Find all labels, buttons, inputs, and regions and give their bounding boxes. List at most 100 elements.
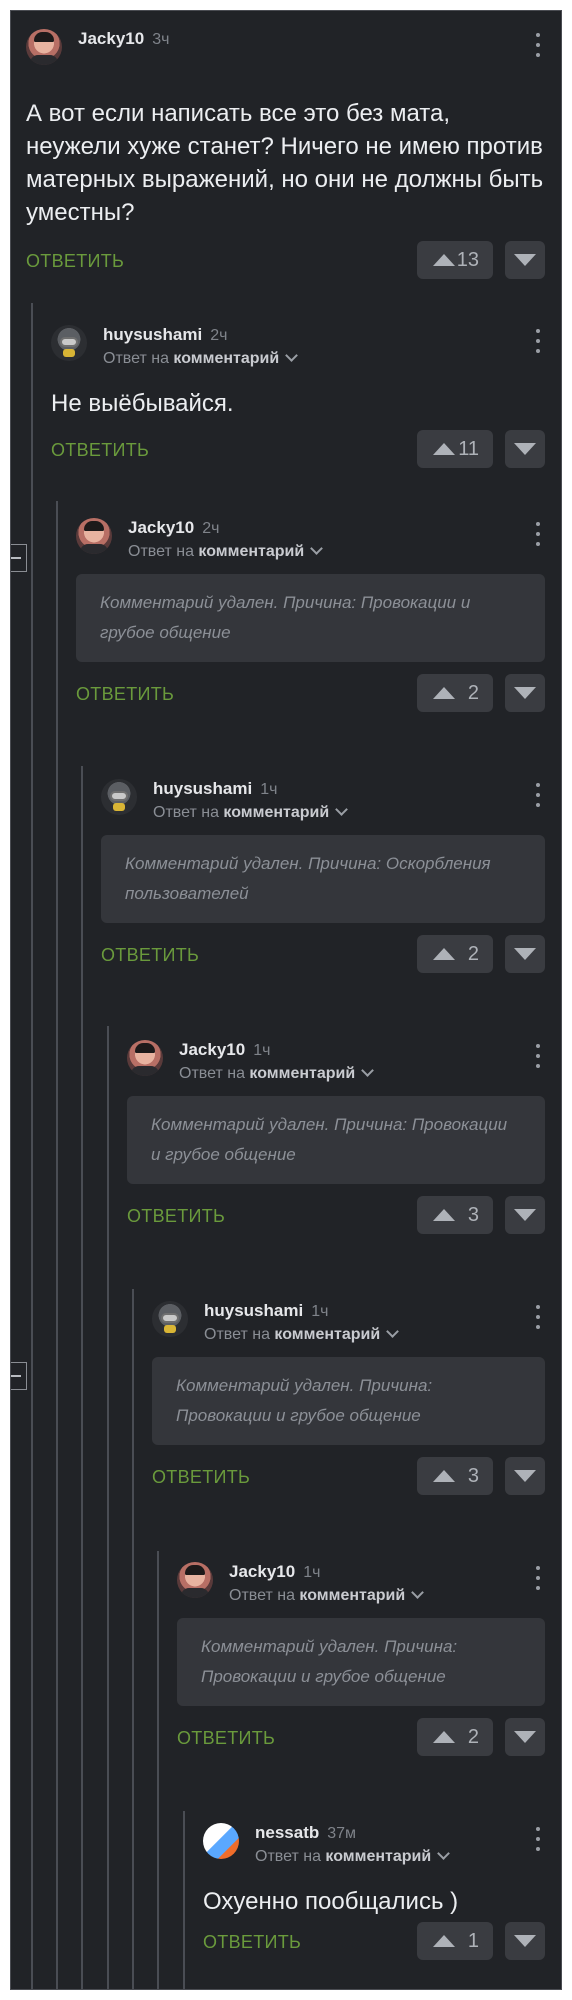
upvote-button[interactable]: 3 [417, 1457, 493, 1495]
reply-to-link[interactable]: Ответ на комментарий [229, 1586, 425, 1605]
timestamp: 1ч [311, 1303, 329, 1320]
triangle-down-icon [514, 687, 536, 699]
username[interactable]: huysushami 2ч [103, 325, 227, 345]
vote-count: 3 [467, 1465, 479, 1487]
reply-button[interactable]: ОТВЕТИТЬ [127, 1206, 225, 1227]
vote-count: 2 [467, 1726, 479, 1748]
reply-button[interactable]: ОТВЕТИТЬ [26, 251, 124, 272]
thread-line [81, 766, 83, 1989]
upvote-button[interactable]: 3 [417, 1196, 493, 1234]
comment: huysushami 2ч Ответ на комментарий Не выё… [51, 321, 545, 470]
username[interactable]: nessatb 37м [255, 1823, 356, 1843]
comment: huysushami 1ч Ответ на комментарий Коммен… [152, 1297, 545, 1497]
reply-to-link[interactable]: Ответ на комментарий [128, 542, 324, 561]
upvote-button[interactable]: 1 [417, 1922, 493, 1960]
comment-header: nessatb 37м Ответ на комментарий [203, 1819, 545, 1866]
timestamp: 2ч [210, 327, 228, 344]
upvote-button[interactable]: 2 [417, 1718, 493, 1756]
more-vertical-icon[interactable] [535, 522, 541, 550]
timestamp: 3ч [152, 31, 170, 48]
comment-header: huysushami 1ч Ответ на комментарий [101, 775, 545, 822]
more-vertical-icon[interactable] [535, 1566, 541, 1594]
avatar[interactable] [127, 1040, 163, 1076]
comment-actions: ОТВЕТИТЬ 1 [203, 1922, 545, 1962]
downvote-button[interactable] [505, 430, 545, 468]
username[interactable]: huysushami 1ч [153, 779, 277, 799]
comment-actions: ОТВЕТИТЬ 3 [127, 1196, 545, 1236]
upvote-button[interactable]: 13 [417, 241, 493, 279]
deleted-comment-notice: Комментарий удален. Причина: Провокации … [152, 1357, 545, 1445]
thread-line [157, 1551, 159, 1989]
comment: huysushami 1ч Ответ на комментарий Коммен… [101, 775, 545, 975]
avatar[interactable] [101, 779, 137, 815]
comment-actions: ОТВЕТИТЬ 3 [152, 1457, 545, 1497]
comment-actions: ОТВЕТИТЬ 13 [26, 241, 545, 281]
comment: Jacky10 2ч Ответ на комментарий Комментар… [76, 514, 545, 714]
collapse-thread-button[interactable] [11, 1362, 27, 1390]
comment-actions: ОТВЕТИТЬ 11 [51, 430, 545, 470]
triangle-down-icon [514, 254, 536, 266]
thread-line [56, 501, 58, 1989]
chevron-down-icon [285, 349, 299, 362]
more-vertical-icon[interactable] [535, 329, 541, 357]
avatar[interactable] [76, 518, 112, 554]
avatar[interactable] [51, 325, 87, 361]
comment-header: Jacky10 1ч Ответ на комментарий [127, 1036, 545, 1083]
avatar[interactable] [152, 1301, 188, 1337]
triangle-down-icon [514, 1209, 536, 1221]
reply-button[interactable]: ОТВЕТИТЬ [177, 1728, 275, 1749]
avatar[interactable] [177, 1562, 213, 1598]
upvote-button[interactable]: 2 [417, 674, 493, 712]
reply-to-link[interactable]: Ответ на комментарий [255, 1847, 451, 1866]
avatar[interactable] [203, 1823, 239, 1859]
comment-actions: ОТВЕТИТЬ 2 [101, 935, 545, 975]
reply-to-link[interactable]: Ответ на комментарий [179, 1064, 375, 1083]
upvote-button[interactable]: 11 [417, 430, 493, 468]
more-vertical-icon[interactable] [535, 1044, 541, 1072]
username[interactable]: Jacky10 2ч [128, 518, 219, 538]
avatar[interactable] [26, 29, 62, 65]
triangle-up-icon [433, 1470, 455, 1482]
downvote-button[interactable] [505, 241, 545, 279]
more-vertical-icon[interactable] [535, 1305, 541, 1333]
reply-to-link[interactable]: Ответ на комментарий [153, 803, 349, 822]
triangle-up-icon [433, 254, 455, 266]
username[interactable]: Jacky10 1ч [179, 1040, 270, 1060]
triangle-down-icon [514, 1470, 536, 1482]
downvote-button[interactable] [505, 1196, 545, 1234]
more-vertical-icon[interactable] [535, 1827, 541, 1855]
reply-button[interactable]: ОТВЕТИТЬ [76, 684, 174, 705]
more-vertical-icon[interactable] [535, 33, 541, 61]
username[interactable]: Jacky10 1ч [229, 1562, 320, 1582]
comment-text: Охуенно пообщались ) [203, 1888, 459, 1915]
reply-to-link[interactable]: Ответ на комментарий [204, 1325, 400, 1344]
downvote-button[interactable] [505, 674, 545, 712]
username[interactable]: Jacky10 3ч [78, 29, 169, 49]
more-vertical-icon[interactable] [535, 783, 541, 811]
downvote-button[interactable] [505, 1457, 545, 1495]
comment: nessatb 37м Ответ на комментарий Охуенно … [203, 1819, 545, 1962]
downvote-button[interactable] [505, 1922, 545, 1960]
chevron-down-icon [335, 803, 349, 816]
reply-button[interactable]: ОТВЕТИТЬ [101, 945, 199, 966]
thread-line [132, 1289, 134, 1989]
comment-header: huysushami 2ч Ответ на комментарий [51, 321, 545, 368]
timestamp: 1ч [303, 1564, 321, 1581]
comment-header: Jacky10 2ч Ответ на комментарий [76, 514, 545, 561]
timestamp: 37м [327, 1825, 357, 1842]
reply-to-link[interactable]: Ответ на комментарий [103, 349, 299, 368]
comment-text: Не выёбывайся. [51, 390, 234, 417]
reply-button[interactable]: ОТВЕТИТЬ [152, 1467, 250, 1488]
chevron-down-icon [310, 542, 324, 555]
comment: Jacky10 1ч Ответ на комментарий Комментар… [127, 1036, 545, 1236]
downvote-button[interactable] [505, 935, 545, 973]
downvote-button[interactable] [505, 1718, 545, 1756]
username[interactable]: huysushami 1ч [204, 1301, 328, 1321]
deleted-comment-notice: Комментарий удален. Причина: Провокации … [177, 1618, 545, 1706]
deleted-comment-notice: Комментарий удален. Причина: Провокации … [127, 1096, 545, 1184]
collapse-thread-button[interactable] [11, 544, 27, 572]
upvote-button[interactable]: 2 [417, 935, 493, 973]
reply-button[interactable]: ОТВЕТИТЬ [51, 440, 149, 461]
reply-button[interactable]: ОТВЕТИТЬ [203, 1932, 301, 1953]
deleted-comment-notice: Комментарий удален. Причина: Оскорбления… [101, 835, 545, 923]
